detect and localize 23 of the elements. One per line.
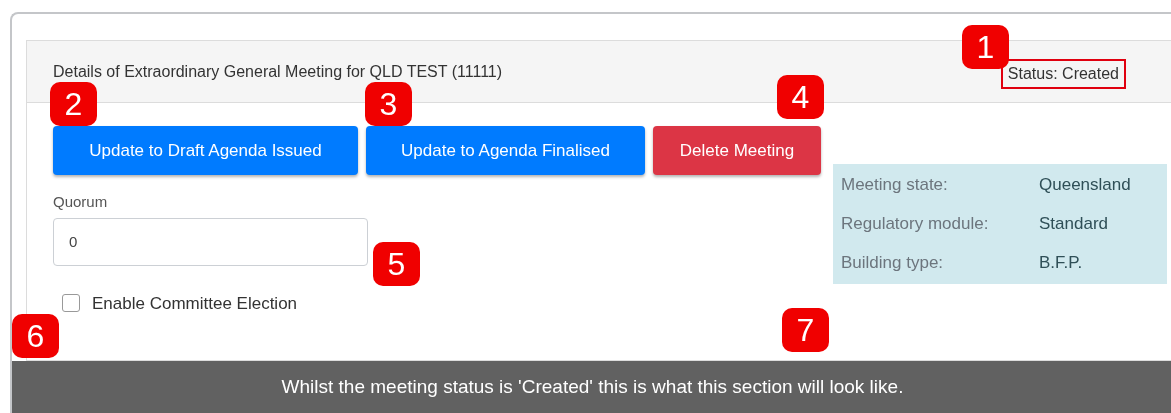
panel-title: Details of Extraordinary General Meeting for QLD TEST (11111) xyxy=(53,61,504,82)
info-value: Standard xyxy=(1039,213,1109,235)
callout-badge: 4 xyxy=(777,75,824,119)
info-label: Building type: xyxy=(841,252,945,274)
election-label: Enable Committee Election xyxy=(92,292,298,315)
callout-badge: 3 xyxy=(365,82,412,126)
info-label: Regulatory module: xyxy=(841,213,990,235)
callout-badge: 6 xyxy=(12,314,59,358)
info-value: B.F.P. xyxy=(1039,252,1084,274)
status-label: Status: Created xyxy=(1000,58,1126,89)
quorum-field[interactable]: 0 xyxy=(53,217,368,266)
action-button[interactable]: Delete Meeting xyxy=(653,126,821,175)
callout-badge: 5 xyxy=(373,242,420,286)
callout-badge: 2 xyxy=(50,82,97,126)
callout-badge: 1 xyxy=(962,25,1009,69)
action-button[interactable]: Update to Draft Agenda Issued xyxy=(53,126,358,175)
info-value: Queensland xyxy=(1039,174,1132,196)
action-button[interactable]: Update to Agenda Finalised xyxy=(366,126,645,175)
info-label: Meeting state: xyxy=(841,174,949,196)
callout-badge: 7 xyxy=(782,308,829,352)
quorum-label: Quorum xyxy=(53,192,109,212)
caption-text: Whilst the meeting status is 'Created' this is what this section will look like. xyxy=(281,374,904,399)
election-checkbox[interactable] xyxy=(62,294,80,313)
